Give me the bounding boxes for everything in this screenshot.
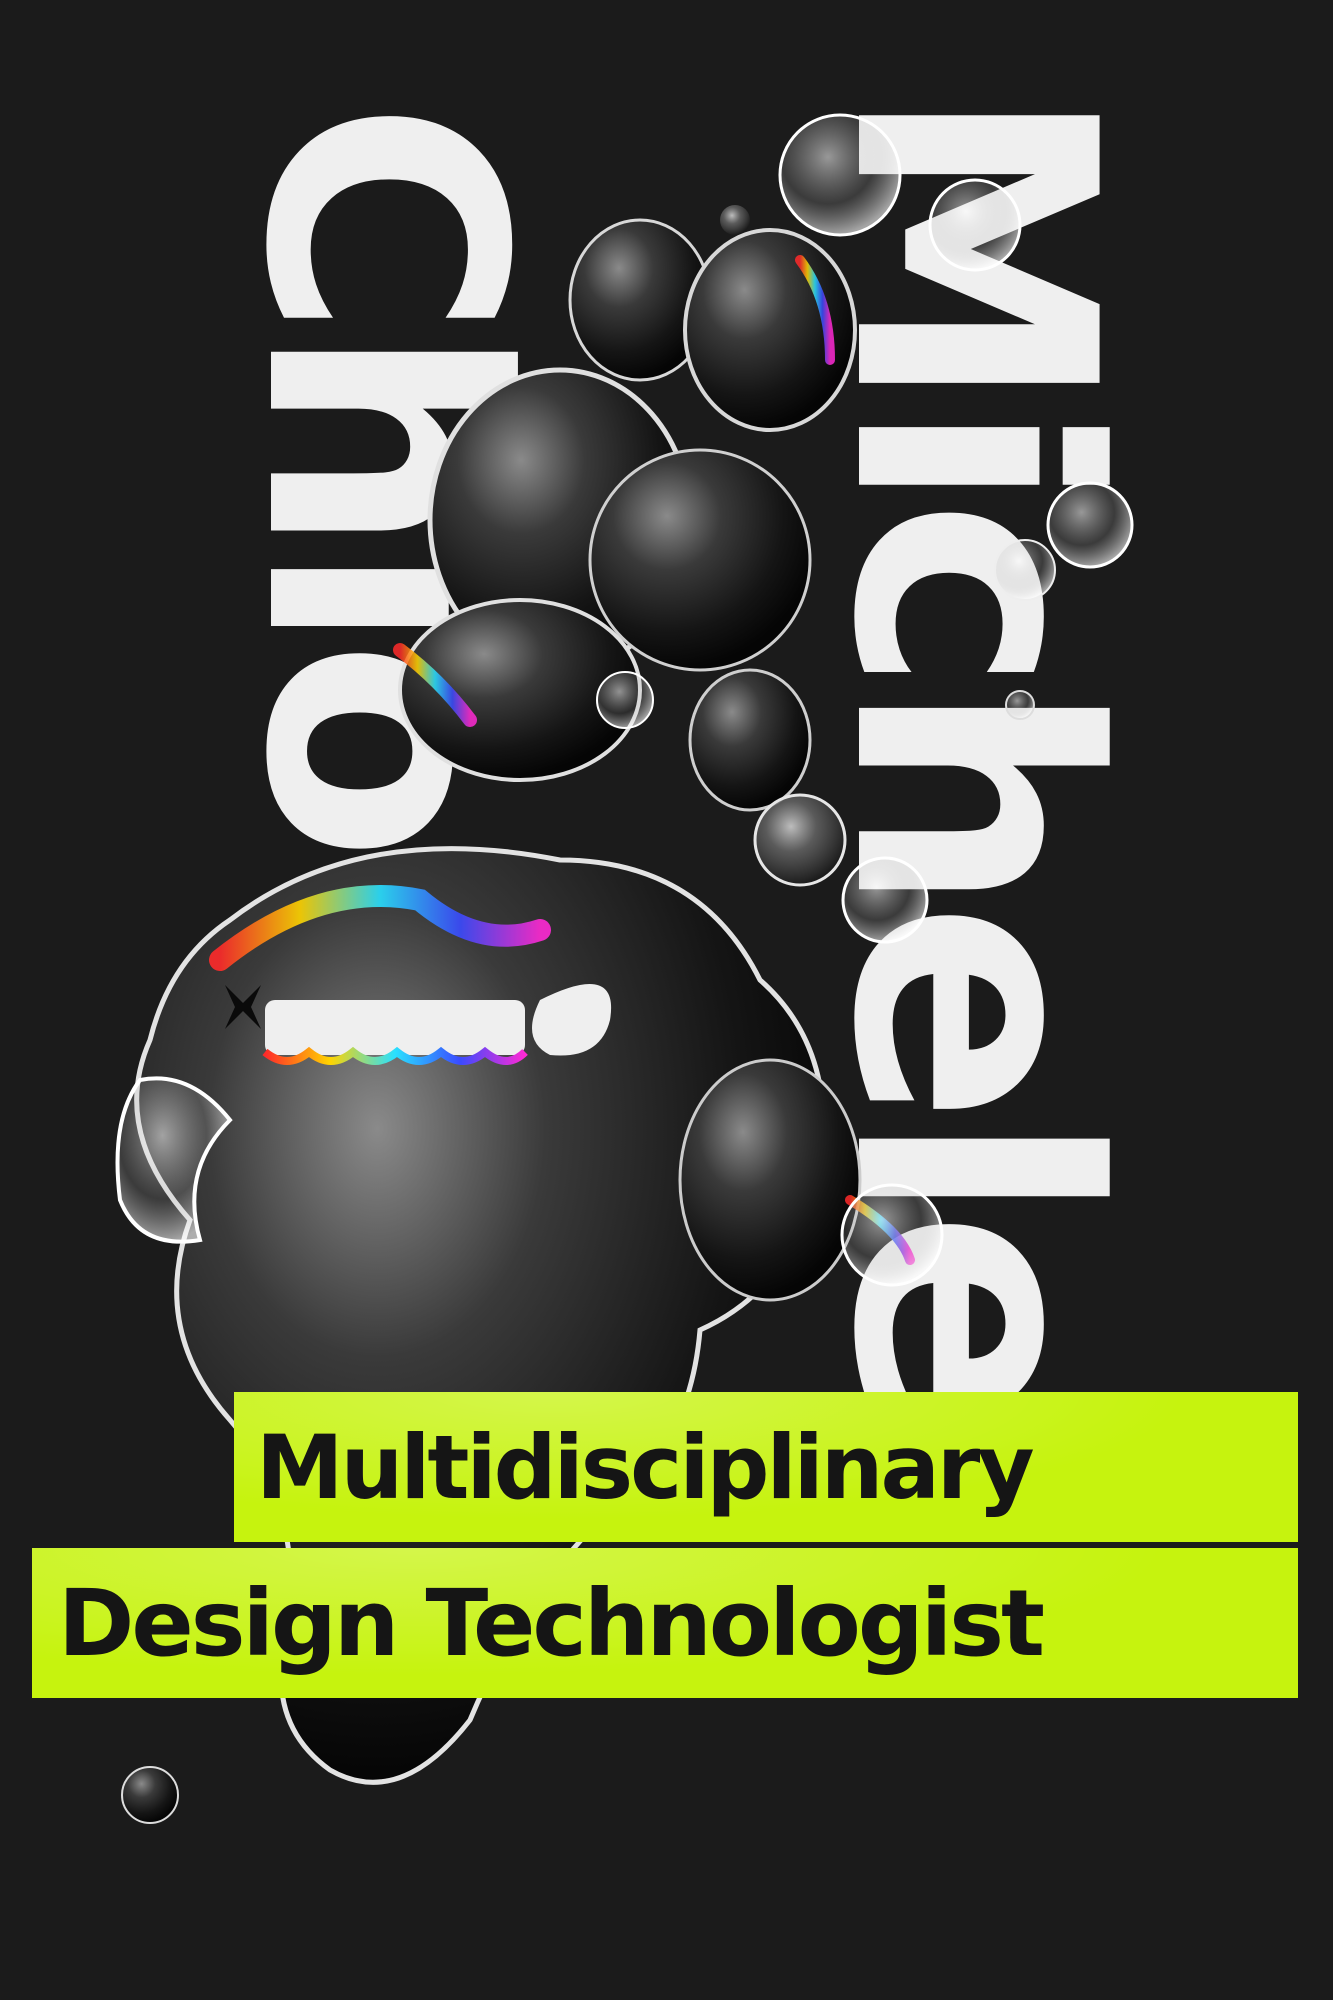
tagline-line-2: Design Technologist — [58, 1569, 1045, 1677]
glass-blob-illustration-icon — [115, 113, 1134, 1824]
poster: Michele Chiodi Multidisciplinary Design … — [0, 0, 1333, 2000]
tagline-band-1: Multidisciplinary — [234, 1392, 1298, 1542]
tagline-line-1: Multidisciplinary — [256, 1415, 1035, 1519]
tagline-band-2: Design Technologist — [32, 1548, 1298, 1698]
